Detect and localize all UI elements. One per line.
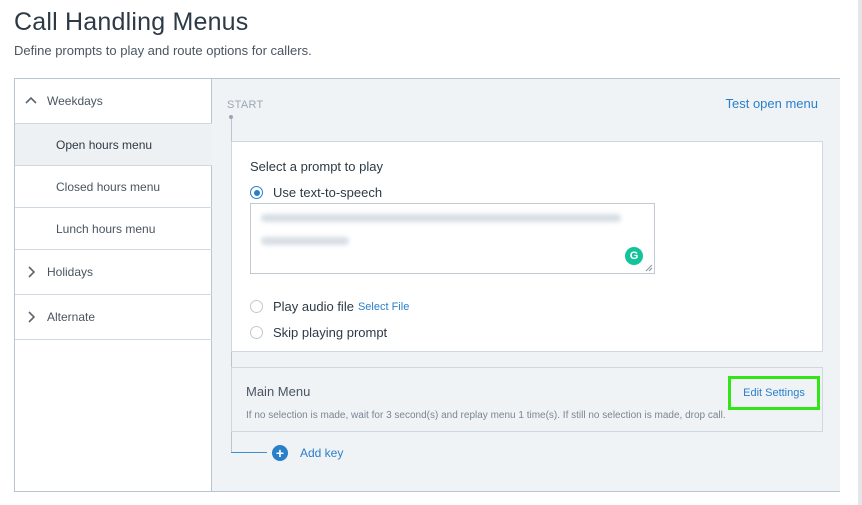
skip-radio[interactable] <box>250 326 263 339</box>
resize-handle-icon[interactable] <box>645 264 653 272</box>
blurred-text <box>261 237 349 245</box>
flow-branch-connector <box>231 452 267 453</box>
audio-radio[interactable] <box>250 300 263 313</box>
sidebar-item-label: Lunch hours menu <box>56 221 156 236</box>
scrollbar[interactable] <box>858 0 862 505</box>
sidebar-group-label: Alternate <box>47 310 96 324</box>
grammarly-icon[interactable]: G <box>625 247 643 265</box>
menu-editor: Weekdays Open hours menu Closed hours me… <box>14 78 840 492</box>
sidebar-group-holidays[interactable]: Holidays <box>15 250 212 295</box>
sidebar-group-weekdays[interactable]: Weekdays <box>15 79 212 124</box>
add-key-button[interactable]: + Add key <box>272 445 343 461</box>
sidebar-item-lunch-hours[interactable]: Lunch hours menu <box>15 208 212 250</box>
flow-canvas: START Test open menu Select a prompt to … <box>212 79 840 491</box>
page-subtitle: Define prompts to play and route options… <box>14 43 312 58</box>
audio-option[interactable]: Play audio file Select File <box>250 299 409 314</box>
tts-radio[interactable] <box>250 186 263 199</box>
sidebar-group-alternate[interactable]: Alternate <box>15 295 212 340</box>
page-title: Call Handling Menus <box>14 8 249 36</box>
select-file-link[interactable]: Select File <box>358 301 409 313</box>
sidebar-group-label: Weekdays <box>47 94 103 108</box>
audio-label: Play audio file <box>273 299 354 314</box>
prompt-card: Select a prompt to play Use text-to-spee… <box>231 141 823 352</box>
sidebar: Weekdays Open hours menu Closed hours me… <box>15 79 212 491</box>
add-key-label: Add key <box>300 446 344 460</box>
tts-label: Use text-to-speech <box>273 185 383 200</box>
sidebar-item-open-hours[interactable]: Open hours menu <box>15 124 212 166</box>
sidebar-item-label: Open hours menu <box>56 137 153 152</box>
edit-settings-button[interactable]: Edit Settings <box>728 376 820 410</box>
main-menu-card[interactable]: Main Menu Edit Settings If no selection … <box>231 367 823 432</box>
chevron-right-icon <box>23 309 39 325</box>
test-open-menu-link[interactable]: Test open menu <box>725 96 818 111</box>
chevron-up-icon <box>23 93 39 109</box>
plus-circle-icon: + <box>272 445 288 461</box>
main-menu-title: Main Menu <box>246 384 311 399</box>
tts-textarea[interactable]: G <box>250 203 655 274</box>
sidebar-item-closed-hours[interactable]: Closed hours menu <box>15 166 212 208</box>
blurred-text <box>261 214 621 222</box>
main-menu-description: If no selection is made, wait for 3 seco… <box>246 410 726 421</box>
skip-label: Skip playing prompt <box>273 325 388 340</box>
prompt-title: Select a prompt to play <box>250 159 383 174</box>
chevron-right-icon <box>23 264 39 280</box>
start-label: START <box>227 99 264 111</box>
sidebar-group-label: Holidays <box>47 265 94 279</box>
tts-option[interactable]: Use text-to-speech <box>250 185 382 200</box>
skip-option[interactable]: Skip playing prompt <box>250 325 387 340</box>
sidebar-item-label: Closed hours menu <box>56 179 161 194</box>
